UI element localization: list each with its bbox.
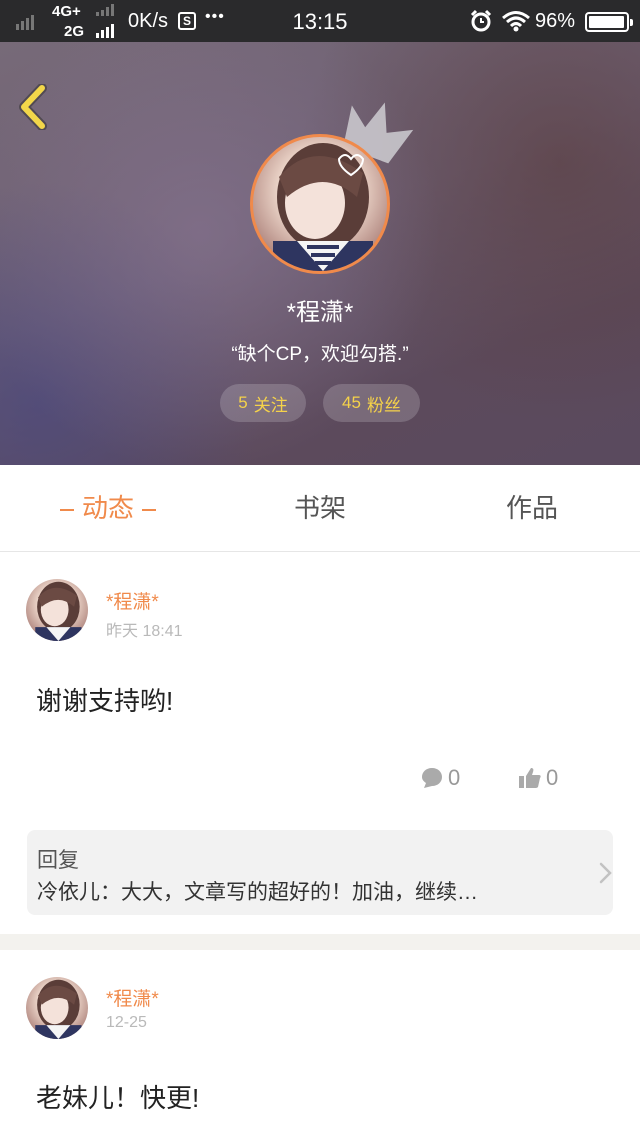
following-count: 5 [238,393,248,412]
profile-signature: “缺个CP，欢迎勾搭.” [231,344,409,365]
thumbs-up-icon [519,768,541,788]
tab-bookshelf-label: 书架 [293,493,346,523]
tab-bookshelf[interactable]: 书架 [260,465,380,552]
tab-activity[interactable]: 动态 [40,465,176,552]
post-timestamp: 昨天 18:41 [106,623,183,640]
post-author-name[interactable]: *程潇* [106,984,159,1011]
alarm-icon [470,9,492,32]
status-bar: 4G+ 2G 0K/s S ••• 13:15 96% [0,0,640,42]
tab-active-indicator [142,509,156,512]
reply-preview[interactable]: 回复 冷依儿：大大，文章写的超好的！加油，继续… [27,830,613,915]
tab-works[interactable]: 作品 [472,465,592,552]
post-content: 老妹儿！快更! [36,1083,200,1113]
post-author-avatar[interactable] [26,977,88,1039]
profile-nickname: *程潇* [286,299,354,326]
comment-button[interactable]: 0 [420,765,460,791]
chevron-right-icon [599,862,612,884]
post-author-name[interactable]: *程潇* [106,587,159,614]
followers-label: 粉丝 [366,395,401,415]
battery-icon [585,12,633,32]
post-content: 谢谢支持哟! [36,686,174,716]
back-icon[interactable] [14,84,54,130]
like-button[interactable]: 0 [518,765,558,791]
post-author-avatar[interactable] [26,579,88,641]
profile-header: *程潇* “缺个CP，欢迎勾搭.” 5 关注 45 粉丝 [0,42,640,465]
reply-text: 冷依儿：大大，文章写的超好的！加油，继续… [37,881,478,904]
followers-button[interactable]: 45 粉丝 [323,384,420,422]
comment-icon [422,768,442,788]
profile-avatar[interactable] [250,134,390,274]
tab-active-indicator [59,509,74,512]
following-button[interactable]: 5 关注 [220,384,306,422]
feed-post: *程潇* 昨天 18:41 谢谢支持哟! 0 0 回复 冷依儿：大大，文章写的超… [0,553,640,934]
followers-count: 45 [342,393,361,412]
like-count: 0 [546,765,559,790]
wifi-icon [502,11,530,32]
feed-divider [0,934,640,950]
profile-tabs: 动态 书架 作品 [0,465,640,552]
reply-title: 回复 [37,849,79,872]
feed-post: *程潇* 12-25 老妹儿！快更! [0,950,640,1138]
comment-count: 0 [448,765,461,790]
tab-works-label: 作品 [505,493,558,523]
post-timestamp: 12-25 [106,1014,147,1031]
tab-activity-label: 动态 [81,493,134,523]
following-label: 关注 [253,395,288,415]
battery-percentage: 96% [535,10,576,32]
